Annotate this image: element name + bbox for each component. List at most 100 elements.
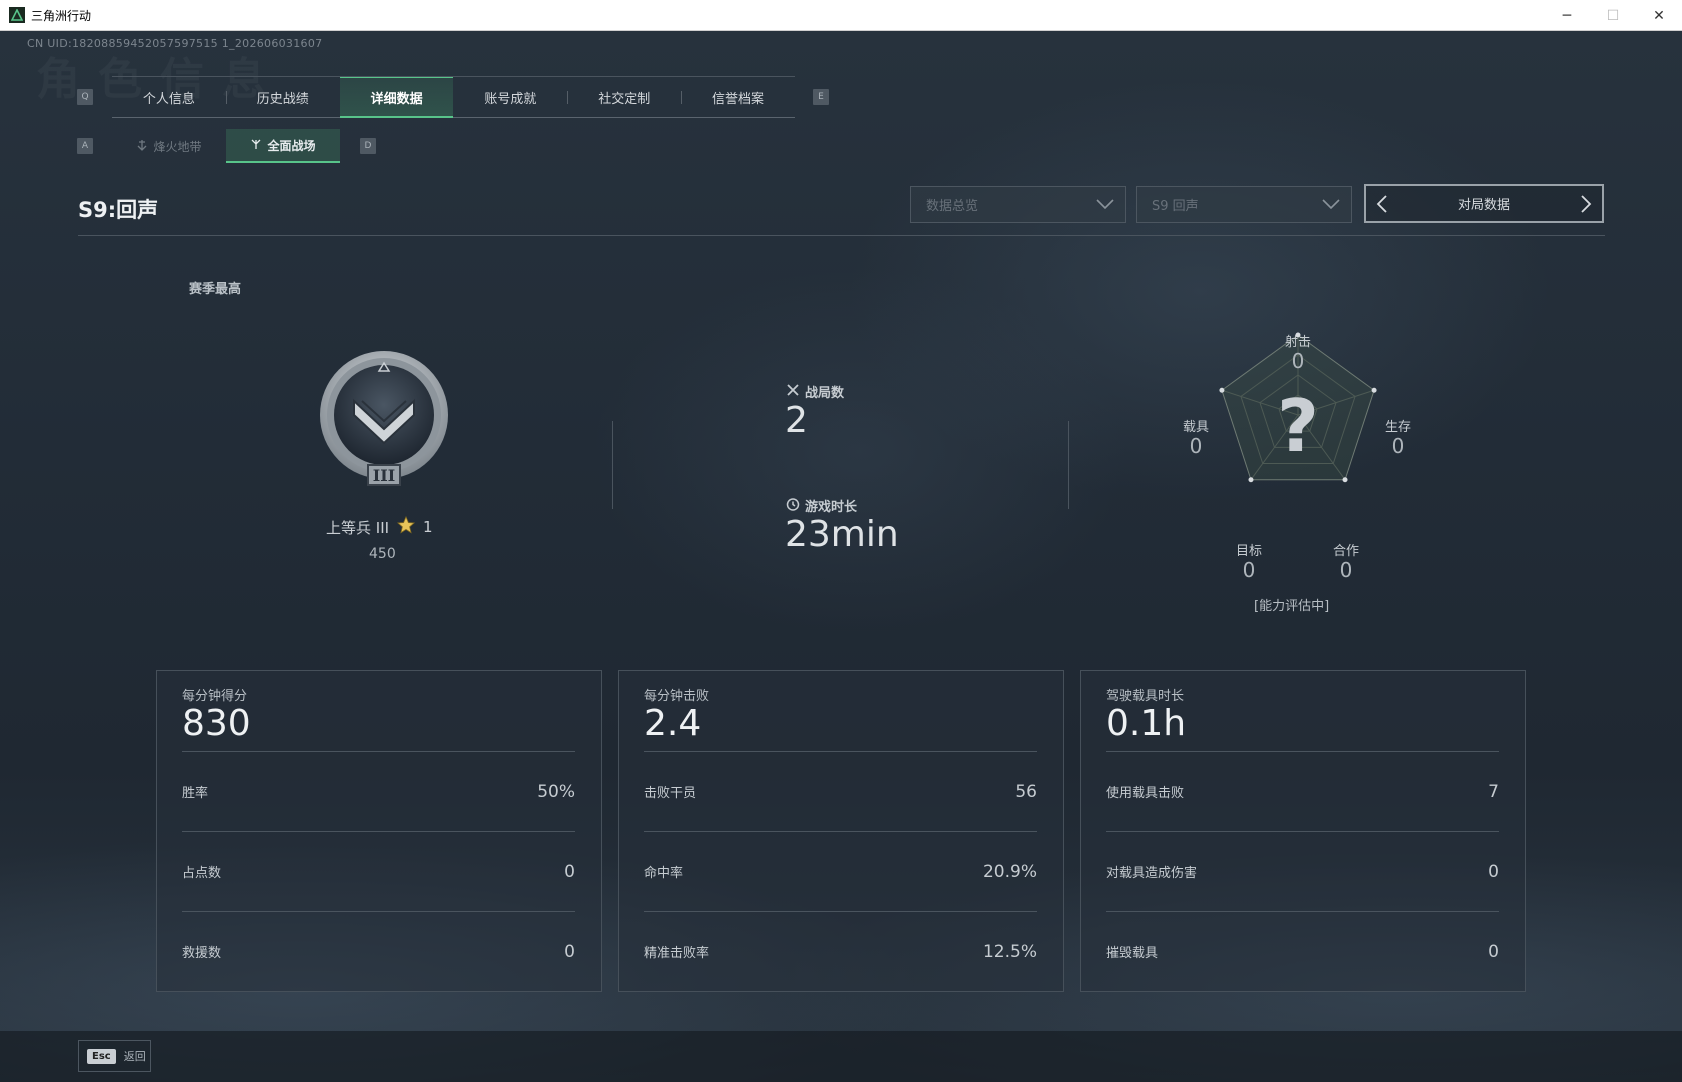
stat-row-value: 12.5% [982, 941, 1037, 962]
tab-achievements[interactable]: 账号成就 [453, 77, 567, 118]
stat-row-value: 50% [537, 781, 575, 802]
season-dropdown[interactable]: S9 回声 [1136, 186, 1352, 223]
pager-prev-button[interactable] [1376, 195, 1388, 217]
tab-next-key-hint[interactable]: E [813, 89, 829, 105]
rank-badge-icon: III [316, 349, 452, 493]
data-overview-dropdown[interactable]: 数据总览 [910, 186, 1126, 223]
close-button[interactable]: ✕ [1636, 0, 1682, 31]
radar-vertex-dot [1371, 387, 1377, 393]
tab-personal-info[interactable]: 个人信息 [112, 77, 226, 118]
stat-row-value: 7 [1488, 781, 1499, 802]
stat-row-label: 对载具造成伤害 [1106, 866, 1198, 881]
back-button[interactable]: Esc 返回 [78, 1040, 151, 1072]
stat-row-label: 救援数 [182, 946, 222, 961]
playtime-label-row: 游戏时长 [786, 496, 857, 515]
subtab-operations-label: 烽火地带 [153, 139, 202, 154]
stat-row-value: 0 [564, 941, 575, 962]
subtab-warfare-label: 全面战场 [267, 138, 316, 153]
operations-mode-icon [136, 139, 148, 154]
stat-row-label: 击败干员 [644, 786, 697, 801]
radar-vertex-dot [1248, 477, 1254, 483]
radar-vertex-dot [1219, 387, 1225, 393]
radar-axis-label: 射击 [1284, 335, 1311, 350]
tab-prev-key-hint[interactable]: Q [77, 89, 93, 105]
data-overview-dropdown-value: 数据总览 [926, 199, 979, 214]
subtab-prev-key-hint[interactable]: A [77, 138, 93, 154]
rank-badge-roman: III [373, 466, 395, 485]
matches-label-row: 战局数 [786, 382, 844, 401]
stat-row-label: 使用载具击败 [1106, 786, 1185, 801]
radar-axis-value: 0 [1291, 349, 1305, 373]
rank-stars: 1 [423, 518, 433, 536]
warfare-mode-icon [250, 138, 262, 153]
match-data-pager: 对局数据 [1364, 184, 1604, 223]
tab-detailed-data[interactable]: 详细数据 [339, 77, 454, 118]
bottom-bar: Esc 返回 [0, 1031, 1682, 1082]
main-tabs: 个人信息 历史战绩 详细数据 账号成就 社交定制 信誉档案 [112, 76, 795, 118]
stat-row-value: 20.9% [982, 861, 1037, 882]
tab-credit-record[interactable]: 信誉档案 [681, 77, 795, 118]
radar-axis-value: 0 [1339, 558, 1353, 582]
section-divider [612, 421, 613, 509]
stat-row: 使用载具击败 7 [1106, 751, 1499, 831]
window-titlebar: 三角洲行动 ─ ☐ ✕ [0, 0, 1682, 31]
score-stats-card: 每分钟得分 830 胜率 50% 占点数 0 救援数 0 [156, 670, 602, 992]
subtab-warfare[interactable]: 全面战场 [226, 129, 340, 163]
card-head-label: 驾驶载具时长 [1106, 689, 1185, 704]
mode-subtabs: 烽火地带 全面战场 [112, 129, 340, 163]
radar-axis-label: 目标 [1235, 544, 1262, 559]
star-icon [397, 515, 416, 538]
crossed-swords-icon [786, 383, 800, 401]
clock-icon [786, 497, 800, 515]
season-best-label: 赛季最高 [189, 282, 242, 297]
stat-row-label: 占点数 [182, 866, 222, 881]
minimize-button[interactable]: ─ [1544, 0, 1590, 31]
stat-row-value: 0 [1488, 941, 1499, 962]
tab-match-history[interactable]: 历史战绩 [225, 77, 340, 118]
window-controls: ─ ☐ ✕ [1544, 0, 1682, 31]
radar-center-glyph: ? [1277, 384, 1319, 468]
radar-axis-value: 0 [1242, 558, 1256, 582]
stat-row-value: 0 [564, 861, 575, 882]
maximize-button[interactable]: ☐ [1590, 0, 1636, 31]
playtime-label: 游戏时长 [805, 500, 858, 515]
pager-next-button[interactable] [1580, 195, 1592, 217]
card-head-value: 830 [182, 703, 251, 744]
rank-score: 450 [369, 546, 396, 562]
stat-row-label: 命中率 [644, 866, 684, 881]
game-viewport: 角色信息 CN UID:18208859452057597515 1_20260… [0, 31, 1682, 1082]
chevron-down-icon [1321, 196, 1341, 216]
stat-row: 占点数 0 [182, 831, 575, 911]
subtab-next-key-hint[interactable]: D [360, 138, 376, 154]
stat-row: 胜率 50% [182, 751, 575, 831]
stat-row: 命中率 20.9% [644, 831, 1037, 911]
ability-evaluating-status: [能力评估中] [1254, 599, 1330, 614]
matches-value: 2 [785, 400, 808, 441]
player-uid: CN UID:18208859452057597515 1_2026060316… [27, 37, 323, 50]
subtab-operations[interactable]: 烽火地带 [112, 129, 226, 163]
stat-row-label: 摧毁载具 [1106, 946, 1159, 961]
card-head-value: 0.1h [1106, 703, 1187, 744]
radar-axis-value: 0 [1189, 434, 1203, 458]
stat-row: 救援数 0 [182, 911, 575, 991]
tab-social-custom[interactable]: 社交定制 [567, 77, 681, 118]
app-logo-icon [9, 7, 25, 23]
combat-stats-card: 每分钟击败 2.4 击败干员 56 命中率 20.9% 精准击败率 12.5% [618, 670, 1064, 992]
card-head-value: 2.4 [644, 703, 702, 744]
stat-row-value: 0 [1488, 861, 1499, 882]
chevron-down-icon [1095, 196, 1115, 216]
radar-vertex-dot [1342, 477, 1348, 483]
season-title: S9:回声 [78, 198, 159, 222]
card-head-label: 每分钟得分 [182, 689, 248, 704]
esc-key-hint: Esc [87, 1048, 116, 1064]
back-label: 返回 [123, 1050, 146, 1063]
stat-row: 摧毁载具 0 [1106, 911, 1499, 991]
rank-name-row: 上等兵 III 1 [326, 515, 433, 538]
section-divider [1068, 421, 1069, 509]
window-title: 三角洲行动 [31, 8, 92, 23]
playtime-value: 23min [785, 514, 899, 555]
radar-axis-label: 合作 [1332, 544, 1359, 559]
season-dropdown-value: S9 回声 [1152, 199, 1199, 214]
stat-row-label: 精准击败率 [644, 946, 710, 961]
pager-label: 对局数据 [1457, 198, 1510, 213]
